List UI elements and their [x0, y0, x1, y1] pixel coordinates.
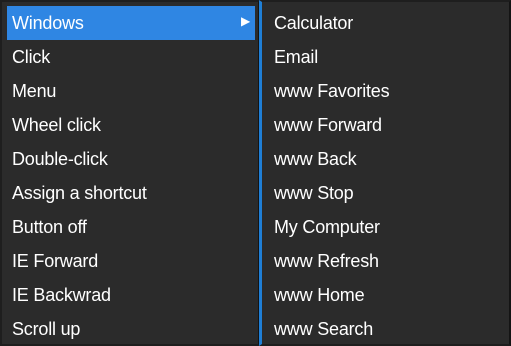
main-context-menu: Windows ▶ Click Menu Wheel click Double-… [0, 0, 260, 346]
submenu-item-calculator[interactable]: Calculator [264, 6, 509, 40]
menu-item-label: Wheel click [12, 115, 101, 135]
submenu-item-label: www Home [274, 285, 365, 305]
submenu-item-label: www Favorites [274, 81, 390, 101]
submenu-item-www-forward[interactable]: www Forward [264, 108, 509, 142]
submenu-item-www-refresh[interactable]: www Refresh [264, 244, 509, 278]
menu-item-label: Scroll up [12, 319, 81, 339]
submenu-item-label: Email [274, 47, 319, 67]
submenu-item-label: My Computer [274, 217, 380, 237]
submenu-item-www-favorites[interactable]: www Favorites [264, 74, 509, 108]
menu-item-wheel-click[interactable]: Wheel click [7, 108, 255, 142]
menu-item-label: Windows [12, 13, 84, 33]
submenu-item-label: www Stop [274, 183, 354, 203]
menu-screen: Windows ▶ Click Menu Wheel click Double-… [0, 0, 511, 346]
menu-item-ie-forward[interactable]: IE Forward [7, 244, 255, 278]
menu-item-label: Menu [12, 81, 57, 101]
submenu-item-label: www Forward [274, 115, 382, 135]
submenu-arrow-icon: ▶ [240, 14, 250, 28]
menu-item-menu[interactable]: Menu [7, 74, 255, 108]
menu-item-windows[interactable]: Windows ▶ [7, 6, 255, 40]
menu-item-ie-backward[interactable]: IE Backwrad [7, 278, 255, 312]
menu-item-assign-shortcut[interactable]: Assign a shortcut [7, 176, 255, 210]
submenu-item-www-home[interactable]: www Home [264, 278, 509, 312]
submenu-item-www-stop[interactable]: www Stop [264, 176, 509, 210]
menu-item-label: Double-click [12, 149, 108, 169]
windows-submenu: Calculator Email www Favorites www Forwa… [259, 0, 511, 346]
menu-item-label: IE Forward [12, 251, 99, 271]
menu-item-label: Click [12, 47, 50, 67]
submenu-item-www-search[interactable]: www Search [264, 312, 509, 346]
submenu-item-label: Calculator [274, 13, 354, 33]
submenu-item-label: www Refresh [274, 251, 379, 271]
submenu-item-label: www Back [274, 149, 357, 169]
submenu-item-www-back[interactable]: www Back [264, 142, 509, 176]
submenu-item-label: www Search [274, 319, 374, 339]
menu-item-label: IE Backwrad [12, 285, 111, 305]
submenu-item-my-computer[interactable]: My Computer [264, 210, 509, 244]
menu-item-scroll-up[interactable]: Scroll up [7, 312, 255, 346]
menu-item-click[interactable]: Click [7, 40, 255, 74]
menu-item-button-off[interactable]: Button off [7, 210, 255, 244]
submenu-item-email[interactable]: Email [264, 40, 509, 74]
menu-item-label: Button off [12, 217, 87, 237]
menu-item-double-click[interactable]: Double-click [7, 142, 255, 176]
menu-item-label: Assign a shortcut [12, 183, 147, 203]
